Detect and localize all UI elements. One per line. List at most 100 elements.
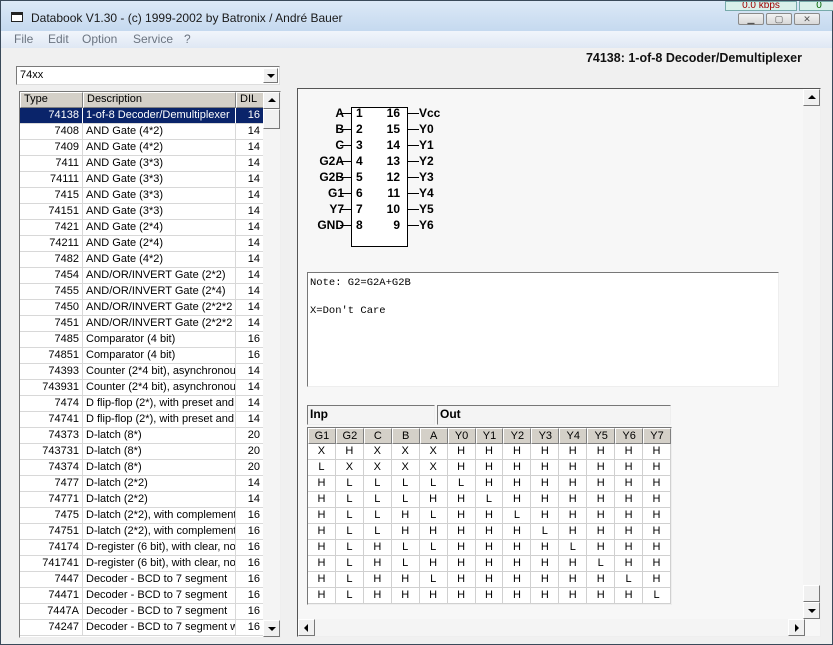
truth-table-cell: L	[363, 476, 392, 492]
maximize-button[interactable]: ▢	[766, 13, 792, 25]
list-item[interactable]: 74138 1-of-8 Decoder/Demultiplexer 16	[20, 108, 264, 124]
list-item[interactable]: 7482 AND Gate (4*2) 14	[20, 252, 264, 268]
menu-service[interactable]: Service	[133, 32, 173, 46]
column-header-type[interactable]: Type	[20, 92, 83, 108]
scroll-thumb[interactable]	[263, 109, 280, 129]
list-item[interactable]: 7411 AND Gate (3*3) 14	[20, 156, 264, 172]
list-item[interactable]: 7485 Comparator (4 bit) 16	[20, 332, 264, 348]
scroll-up-icon[interactable]	[803, 89, 820, 106]
list-item-dil: 16	[247, 109, 260, 121]
list-item[interactable]: 7421 AND Gate (2*4) 14	[20, 220, 264, 236]
list-item-type: 74174	[20, 540, 83, 555]
pin-number: 3	[356, 138, 363, 152]
list-item[interactable]: 7475 D-latch (2*2), with complementa 16	[20, 508, 264, 524]
pin-lead	[340, 193, 351, 194]
scroll-down-icon[interactable]	[803, 602, 820, 619]
list-item[interactable]: 74374 D-latch (8*) 20	[20, 460, 264, 476]
truth-table-cell: L	[363, 508, 392, 524]
list-item[interactable]: 74851 Comparator (4 bit) 16	[20, 348, 264, 364]
truth-table-cell: H	[615, 444, 644, 460]
list-item[interactable]: 74247 Decoder - BCD to 7 segment w 16	[20, 620, 264, 636]
truth-table-column-header: Y0	[447, 428, 476, 444]
list-item-description: AND Gate (4*2)	[83, 252, 236, 267]
pin-lead	[408, 193, 419, 194]
list-item[interactable]: 74373 D-latch (8*) 20	[20, 428, 264, 444]
list-item[interactable]: 7450 AND/OR/INVERT Gate (2*2*2 14	[20, 300, 264, 316]
list-item-description: AND/OR/INVERT Gate (2*2*2	[83, 300, 236, 315]
detail-horizontal-scrollbar[interactable]	[298, 619, 805, 636]
truth-table-cell: H	[615, 524, 644, 540]
menu-edit[interactable]: Edit	[48, 32, 69, 46]
list-item[interactable]: 74471 Decoder - BCD to 7 segment 16	[20, 588, 264, 604]
list-item[interactable]: 74771 D-latch (2*2) 14	[20, 492, 264, 508]
list-item[interactable]: 7447A Decoder - BCD to 7 segment 16	[20, 604, 264, 620]
truth-table-cell: H	[503, 540, 532, 556]
truth-table-cell: H	[559, 460, 588, 476]
list-item[interactable]: 7408 AND Gate (4*2) 14	[20, 124, 264, 140]
truth-table-cell: H	[587, 540, 616, 556]
truth-table-cell: H	[308, 524, 336, 540]
list-item[interactable]: 7409 AND Gate (4*2) 14	[20, 140, 264, 156]
list-item[interactable]: 7415 AND Gate (3*3) 14	[20, 188, 264, 204]
list-item-dil: 14	[247, 157, 260, 169]
list-item[interactable]: 74741 D flip-flop (2*), with preset and c…	[20, 412, 264, 428]
list-item-dil: 14	[247, 205, 260, 217]
list-item[interactable]: 743931 Counter (2*4 bit), asynchronous 14	[20, 380, 264, 396]
list-item[interactable]: 7455 AND/OR/INVERT Gate (2*4) 14	[20, 284, 264, 300]
list-item[interactable]: 74174 D-register (6 bit), with clear, nor…	[20, 540, 264, 556]
close-button[interactable]: ✕	[794, 13, 820, 25]
menu-option[interactable]: Option	[82, 32, 117, 46]
list-item[interactable]: 741741 D-register (6 bit), with clear, no…	[20, 556, 264, 572]
truth-table-cell: H	[335, 444, 364, 460]
list-item[interactable]: 74111 AND Gate (3*3) 14	[20, 172, 264, 188]
chevron-down-icon[interactable]	[263, 68, 278, 83]
truth-table-cell: H	[419, 588, 448, 604]
scroll-right-icon[interactable]	[788, 619, 805, 636]
pin-lead	[340, 225, 351, 226]
pin-number: 8	[356, 218, 363, 232]
truth-table-cell: H	[531, 476, 560, 492]
list-item-type: 74373	[20, 428, 83, 443]
menu-file[interactable]: File	[14, 32, 33, 46]
scroll-down-icon[interactable]	[263, 620, 280, 637]
list-item[interactable]: 7454 AND/OR/INVERT Gate (2*2) 14	[20, 268, 264, 284]
component-list[interactable]: Type Description DIL 74138 1-of-8 Decoder…	[19, 91, 281, 638]
truth-table-cell: L	[419, 540, 448, 556]
list-item[interactable]: 7451 AND/OR/INVERT Gate (2*2*2 14	[20, 316, 264, 332]
list-item[interactable]: 74211 AND Gate (2*4) 14	[20, 236, 264, 252]
truth-table-cell: L	[391, 476, 420, 492]
list-item-type: 74471	[20, 588, 83, 603]
truth-table-cell: H	[503, 476, 532, 492]
detail-vertical-scrollbar[interactable]	[803, 89, 820, 619]
list-item-description: D-register (6 bit), with clear, nor	[83, 556, 236, 571]
pin-number: 10	[386, 202, 400, 216]
list-item-type: 7451	[20, 316, 83, 331]
scroll-left-icon[interactable]	[298, 619, 315, 636]
truth-table-cell: H	[559, 492, 588, 508]
truth-table-cell: H	[503, 572, 532, 588]
list-item[interactable]: 7447 Decoder - BCD to 7 segment 16	[20, 572, 264, 588]
app-icon	[11, 12, 23, 22]
scroll-thumb[interactable]	[803, 585, 820, 602]
list-vertical-scrollbar[interactable]	[263, 92, 280, 637]
pin-lead	[340, 129, 351, 130]
list-item[interactable]: 7474 D flip-flop (2*), with preset and c 1…	[20, 396, 264, 412]
family-select[interactable]: 74xx	[16, 66, 280, 85]
truth-table-cell: H	[531, 556, 560, 572]
list-item[interactable]: 74393 Counter (2*4 bit), asynchronous 14	[20, 364, 264, 380]
menu-help[interactable]: ?	[184, 32, 191, 46]
pin-number: 14	[386, 138, 400, 152]
column-header-dil[interactable]: DIL	[236, 92, 264, 108]
pin-label: Vcc	[419, 106, 441, 120]
list-item[interactable]: 743731 D-latch (8*) 20	[20, 444, 264, 460]
list-item[interactable]: 74151 AND Gate (3*3) 14	[20, 204, 264, 220]
list-item[interactable]: 74751 D-latch (2*2), with complementa 16	[20, 524, 264, 540]
minimize-button[interactable]: ▁	[738, 13, 764, 25]
title-bar[interactable]: Databook V1.30 - (c) 1999-2002 by Batron…	[1, 1, 833, 31]
truth-table-cell: H	[643, 460, 671, 476]
list-item[interactable]: 7477 D-latch (2*2) 14	[20, 476, 264, 492]
truth-table-cell: L	[391, 556, 420, 572]
detail-panel: A 1 B 2 C 3 G2A 4 G2B 5 G1 6 Y7 7 GND 8 16 Vcc 15 Y0 14 Y1 13 Y…	[297, 88, 821, 637]
column-header-description[interactable]: Description	[83, 92, 236, 108]
scroll-up-icon[interactable]	[263, 92, 280, 109]
